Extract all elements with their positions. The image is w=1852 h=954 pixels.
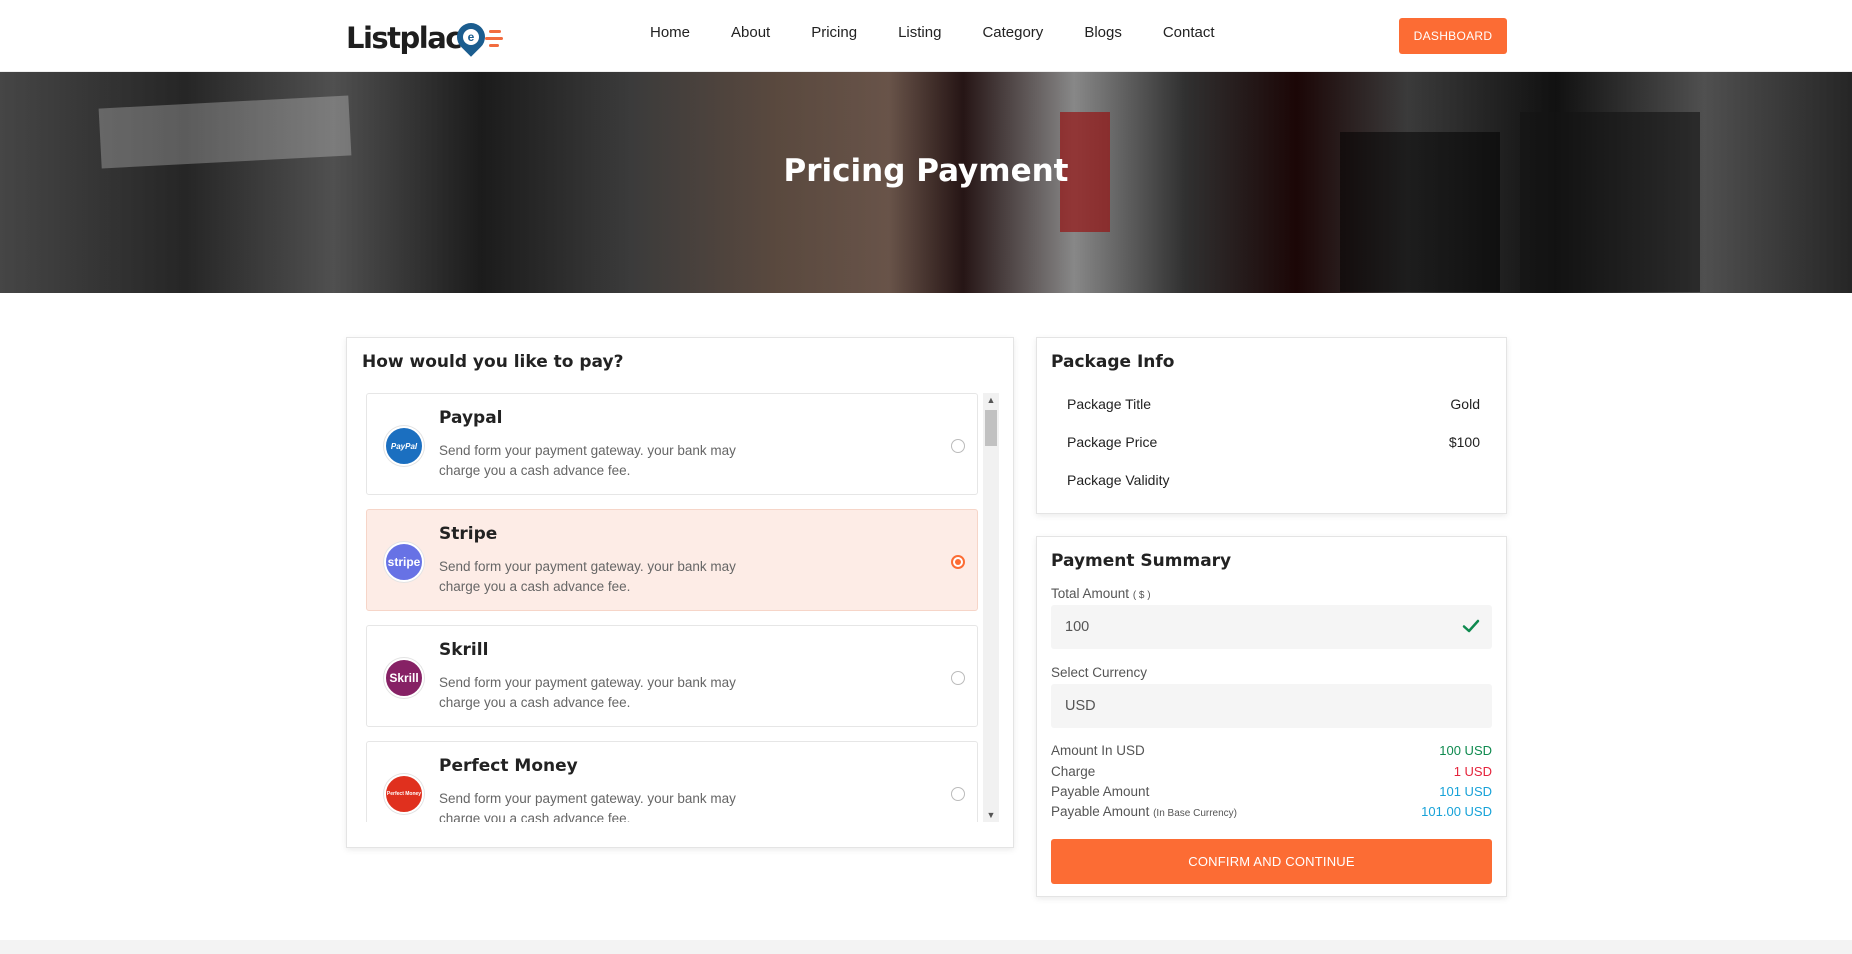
payment-method-stripe[interactable]: stripe Stripe Send form your payment gat…	[366, 509, 978, 611]
summary-row: Payable Amount (In Base Currency) 101.00…	[1051, 804, 1492, 819]
nav-pricing[interactable]: Pricing	[811, 24, 857, 41]
method-radio[interactable]	[951, 671, 965, 685]
nav-listing[interactable]: Listing	[898, 24, 941, 41]
stripe-icon: stripe	[384, 542, 424, 582]
total-amount-field	[1051, 605, 1492, 649]
footer-strip	[0, 940, 1852, 954]
select-currency-label: Select Currency	[1051, 665, 1148, 680]
nav-home[interactable]: Home	[650, 24, 690, 41]
nav-contact[interactable]: Contact	[1163, 24, 1215, 41]
summary-row-sublabel: (In Base Currency)	[1153, 808, 1238, 819]
logo-letter: e	[467, 30, 475, 44]
summary-row: Payable Amount 101 USD	[1051, 784, 1492, 799]
scroll-down-icon[interactable]: ▼	[983, 808, 999, 822]
site-logo[interactable]: Listplac e	[346, 17, 504, 58]
summary-row-label-group: Payable Amount (In Base Currency)	[1051, 804, 1237, 819]
paypal-icon: PayPal	[384, 426, 424, 466]
total-amount-label: Total Amount ( $ )	[1051, 586, 1151, 601]
nav-category[interactable]: Category	[982, 24, 1043, 41]
package-row: Package Title Gold	[1067, 396, 1480, 412]
logo-text: Listplac	[346, 21, 463, 55]
dashboard-button[interactable]: DASHBOARD	[1399, 18, 1507, 54]
summary-row: Charge 1 USD	[1051, 764, 1492, 779]
package-row: Package Price $100	[1067, 434, 1480, 450]
package-row-label: Package Title	[1067, 396, 1152, 412]
banner-billboard	[1520, 112, 1700, 292]
method-name: Stripe	[439, 524, 498, 544]
package-row-label: Package Validity	[1067, 472, 1170, 488]
payment-heading: How would you like to pay?	[362, 352, 624, 372]
site-header: Listplac e Home About Pricing Listing Ca…	[0, 0, 1852, 72]
page-banner: Pricing Payment	[0, 72, 1852, 293]
summary-row-value: 1 USD	[1453, 764, 1492, 779]
payment-method-skrill[interactable]: Skrill Skrill Send form your payment gat…	[366, 625, 978, 727]
package-row-label: Package Price	[1067, 434, 1158, 450]
package-info-title: Package Info	[1051, 352, 1175, 372]
method-description: Send form your payment gateway. your ban…	[439, 559, 736, 594]
currency-select-value[interactable]	[1051, 684, 1492, 728]
method-name: Skrill	[439, 640, 489, 660]
skrill-icon: Skrill	[384, 658, 424, 698]
method-radio[interactable]	[951, 787, 965, 801]
confirm-continue-button[interactable]: CONFIRM AND CONTINUE	[1051, 839, 1492, 884]
summary-row-label: Payable Amount	[1051, 784, 1150, 799]
method-radio[interactable]	[951, 555, 965, 569]
package-row-value: $100	[1448, 434, 1480, 450]
package-row-value: Gold	[1450, 396, 1480, 412]
logo-dashes	[485, 29, 504, 47]
total-amount-label-text: Total Amount	[1051, 586, 1130, 601]
summary-row-label: Amount In USD	[1051, 743, 1145, 758]
package-info-card: Package Info Package Title Gold Package …	[1036, 337, 1507, 514]
method-description: Send form your payment gateway. your ban…	[439, 443, 736, 478]
main-nav: Home About Pricing Listing Category Blog…	[650, 24, 1256, 41]
page-title: Pricing Payment	[783, 153, 1069, 189]
total-amount-input[interactable]	[1051, 605, 1492, 649]
summary-row-value: 101.00 USD	[1421, 804, 1492, 819]
method-name: Perfect Money	[439, 756, 578, 776]
perfect-money-icon: Perfect Money	[384, 774, 424, 814]
payment-method-paypal[interactable]: PayPal Paypal Send form your payment gat…	[366, 393, 978, 495]
package-row: Package Validity	[1067, 472, 1480, 488]
payment-methods-list[interactable]: PayPal Paypal Send form your payment gat…	[366, 393, 978, 822]
method-radio[interactable]	[951, 439, 965, 453]
total-amount-unit: ( $ )	[1132, 590, 1151, 601]
summary-row-value: 100 USD	[1439, 743, 1492, 758]
nav-blogs[interactable]: Blogs	[1084, 24, 1122, 41]
summary-row-value: 101 USD	[1439, 784, 1492, 799]
summary-row: Amount In USD 100 USD	[1051, 743, 1492, 758]
payment-method-card: How would you like to pay? PayPal Paypal…	[346, 337, 1014, 848]
check-icon	[1462, 619, 1480, 633]
payment-summary-card: Payment Summary Total Amount ( $ ) Selec…	[1036, 536, 1507, 897]
payment-method-perfect-money[interactable]: Perfect Money Perfect Money Send form yo…	[366, 741, 978, 822]
currency-select[interactable]	[1051, 684, 1492, 728]
scroll-up-icon[interactable]: ▲	[983, 393, 999, 407]
method-description: Send form your payment gateway. your ban…	[439, 791, 736, 822]
map-pin-icon: e	[451, 17, 491, 57]
summary-row-label: Charge	[1051, 764, 1096, 779]
summary-row-label: Payable Amount	[1051, 804, 1150, 819]
methods-scrollbar[interactable]: ▲ ▼	[983, 393, 999, 822]
method-description: Send form your payment gateway. your ban…	[439, 675, 736, 710]
scrollbar-thumb[interactable]	[985, 410, 997, 446]
nav-about[interactable]: About	[731, 24, 770, 41]
method-name: Paypal	[439, 408, 503, 428]
payment-summary-title: Payment Summary	[1051, 551, 1232, 571]
